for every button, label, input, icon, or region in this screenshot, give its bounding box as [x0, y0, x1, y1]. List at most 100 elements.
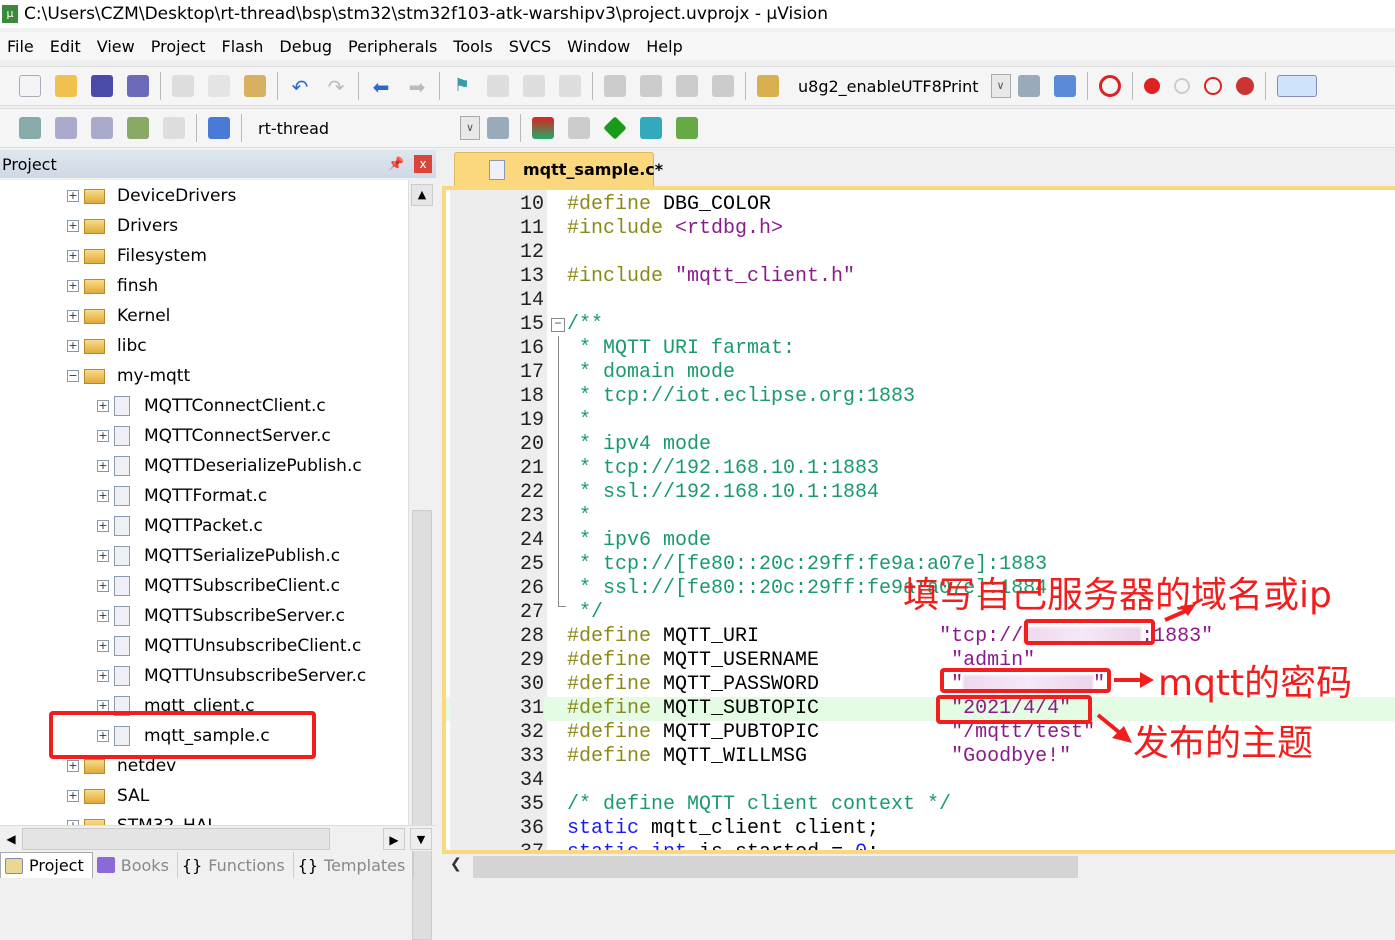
tree-item[interactable]: + MQTTFormat.c [97, 481, 267, 511]
collapse-icon[interactable]: − [67, 370, 79, 382]
expand-icon[interactable]: + [97, 640, 109, 652]
expand-icon[interactable]: + [67, 280, 79, 292]
tree-item[interactable]: + MQTTDeserializePublish.c [97, 451, 362, 481]
tree-item[interactable]: − my-mqtt [67, 361, 190, 391]
build-icon[interactable] [55, 117, 77, 139]
expand-icon[interactable]: + [97, 520, 109, 532]
tree-item[interactable]: + finsh [67, 271, 158, 301]
expand-icon[interactable]: + [97, 460, 109, 472]
scroll-thumb[interactable] [22, 828, 330, 850]
scroll-thumb[interactable] [473, 856, 1078, 878]
target-options-icon[interactable] [487, 117, 509, 139]
find-icon[interactable] [1017, 75, 1040, 97]
scroll-left-button[interactable]: ❮ [450, 856, 462, 872]
copy-icon[interactable] [208, 75, 230, 97]
find-combo[interactable]: u8g2_enableUTF8Print [798, 77, 979, 96]
menu-peripherals[interactable]: Peripherals [348, 37, 437, 56]
bookmark-icon[interactable]: ⚑ [451, 75, 473, 97]
prev-bookmark-icon[interactable] [487, 75, 509, 97]
tree-item[interactable]: + Kernel [67, 301, 170, 331]
enable-breakpoint-icon[interactable] [1173, 78, 1190, 94]
clear-bookmarks-icon[interactable] [559, 75, 581, 97]
comment-icon[interactable] [676, 75, 698, 97]
scroll-right-button[interactable]: ▶ [383, 828, 405, 850]
expand-icon[interactable]: + [67, 790, 79, 802]
stop-build-icon[interactable] [163, 117, 185, 139]
unindent-icon[interactable] [640, 75, 662, 97]
save-all-icon[interactable] [127, 75, 149, 97]
manage-project-items-icon[interactable] [532, 117, 554, 139]
tree-item[interactable]: + MQTTSubscribeServer.c [97, 601, 345, 631]
menu-edit[interactable]: Edit [50, 37, 81, 56]
editor-horizontal-scrollbar[interactable]: ❮ [446, 854, 1395, 878]
new-file-icon[interactable] [19, 75, 41, 97]
redo-icon[interactable]: ↷ [325, 75, 347, 99]
tree-item[interactable]: + MQTTSubscribeClient.c [97, 571, 340, 601]
fold-toggle-icon[interactable]: − [551, 318, 565, 332]
target-dropdown[interactable]: ∨ [460, 116, 480, 140]
expand-icon[interactable]: + [67, 760, 79, 772]
pin-icon[interactable]: 📌 [388, 157, 404, 172]
expand-icon[interactable]: + [67, 190, 79, 202]
tree-item[interactable]: + libc [67, 331, 147, 361]
expand-icon[interactable]: + [67, 250, 79, 262]
menu-file[interactable]: File [7, 37, 34, 56]
menu-tools[interactable]: Tools [453, 37, 492, 56]
find-in-files-icon[interactable] [757, 75, 779, 97]
scroll-up-button[interactable]: ▲ [411, 184, 433, 206]
open-file-icon[interactable] [55, 75, 77, 97]
tree-item[interactable]: + MQTTUnsubscribeClient.c [97, 631, 361, 661]
expand-icon[interactable]: + [67, 310, 79, 322]
uncomment-icon[interactable] [712, 75, 734, 97]
paste-icon[interactable] [244, 75, 266, 97]
debug-session-icon[interactable] [1098, 75, 1121, 97]
menu-debug[interactable]: Debug [279, 37, 332, 56]
rte-icon[interactable] [676, 117, 698, 139]
close-panel-button[interactable]: x [414, 155, 432, 173]
manage-run-time-icon[interactable] [603, 116, 627, 140]
tab-project[interactable]: Project [0, 852, 93, 878]
menu-flash[interactable]: Flash [221, 37, 263, 56]
scroll-left-button[interactable]: ◀ [2, 829, 20, 849]
expand-icon[interactable]: + [67, 340, 79, 352]
download-load-icon[interactable] [208, 117, 230, 139]
pack-installer-icon[interactable] [640, 117, 662, 139]
select-packs-icon[interactable] [568, 117, 590, 139]
navigate-back-icon[interactable]: ⬅ [370, 75, 392, 99]
tree-item[interactable]: + MQTTConnectServer.c [97, 421, 331, 451]
save-icon[interactable] [91, 75, 113, 97]
expand-icon[interactable]: + [97, 670, 109, 682]
find-combo-dropdown[interactable]: ∨ [990, 74, 1011, 98]
expand-icon[interactable]: + [97, 610, 109, 622]
tab-templates[interactable]: {} Templates [294, 852, 415, 878]
translate-icon[interactable] [19, 117, 41, 139]
navigate-forward-icon[interactable]: ➡ [406, 75, 428, 99]
tab-mqtt-sample[interactable]: mqtt_sample.c* [454, 152, 663, 186]
expand-icon[interactable]: + [97, 490, 109, 502]
tree-item[interactable]: + Filesystem [67, 241, 207, 271]
tree-item[interactable]: + SAL [67, 781, 149, 811]
scroll-down-button[interactable]: ▼ [410, 828, 432, 850]
tree-item[interactable]: + MQTTUnsubscribeServer.c [97, 661, 366, 691]
incremental-find-icon[interactable] [1053, 75, 1076, 97]
menu-window[interactable]: Window [567, 37, 630, 56]
insert-breakpoint-icon[interactable] [1143, 78, 1160, 94]
expand-icon[interactable]: + [97, 580, 109, 592]
tree-horizontal-scrollbar[interactable]: ◀ ▶ ▼ [0, 825, 436, 851]
tab-functions[interactable]: {} Functions [178, 852, 294, 878]
tree-item[interactable]: + MQTTSerializePublish.c [97, 541, 340, 571]
next-bookmark-icon[interactable] [523, 75, 545, 97]
tree-vertical-scrollbar[interactable]: ▲ [408, 180, 436, 940]
target-select[interactable]: rt-thread [258, 119, 448, 138]
cut-icon[interactable] [172, 75, 194, 97]
rebuild-icon[interactable] [91, 117, 113, 139]
expand-icon[interactable]: + [97, 550, 109, 562]
expand-icon[interactable]: + [97, 400, 109, 412]
menu-view[interactable]: View [97, 37, 135, 56]
undo-icon[interactable]: ↶ [289, 75, 311, 99]
window-layout-icon[interactable] [1276, 75, 1317, 97]
batch-build-icon[interactable] [127, 117, 149, 139]
tree-item[interactable]: + MQTTConnectClient.c [97, 391, 326, 421]
tree-item[interactable]: + Drivers [67, 211, 178, 241]
tree-item[interactable]: + DeviceDrivers [67, 181, 236, 211]
